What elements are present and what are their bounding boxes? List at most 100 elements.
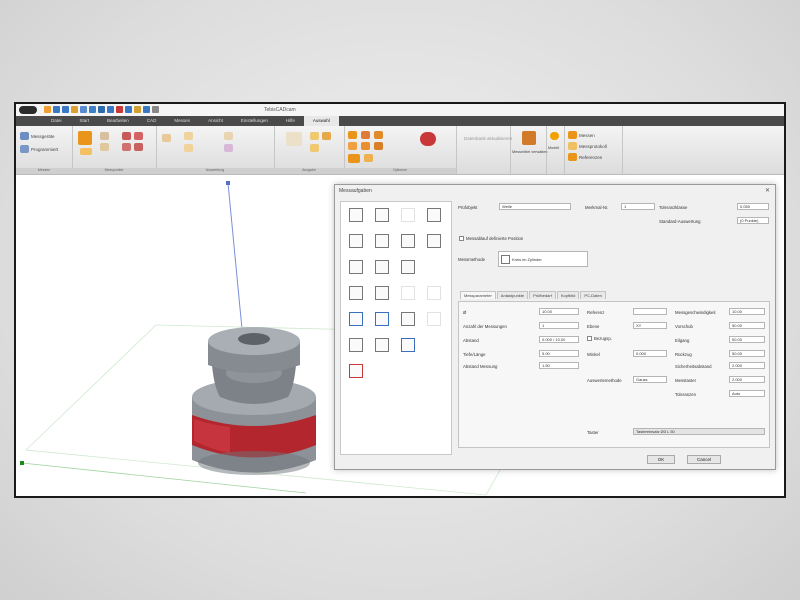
- zoom-icon[interactable]: [125, 106, 132, 113]
- redo-icon[interactable]: [62, 106, 69, 113]
- param-input[interactable]: [633, 308, 667, 315]
- protocol-icon[interactable]: [568, 142, 577, 150]
- tab-start[interactable]: Start: [71, 116, 99, 126]
- distance-measure-icon[interactable]: [349, 260, 363, 274]
- cancel-button[interactable]: Cancel: [687, 455, 721, 464]
- ok-button[interactable]: OK: [647, 455, 675, 464]
- angle-measure-icon[interactable]: [375, 234, 389, 248]
- undo-icon[interactable]: [53, 106, 60, 113]
- option-h-icon[interactable]: [364, 154, 373, 162]
- param-input[interactable]: 50.00: [729, 350, 765, 357]
- param-input[interactable]: 50.00: [729, 336, 765, 343]
- param-input[interactable]: XY: [633, 322, 667, 329]
- open-icon[interactable]: [71, 106, 78, 113]
- cylinder-icon[interactable]: [134, 132, 143, 140]
- part-model[interactable]: [192, 327, 316, 475]
- cone-measure-icon[interactable]: [375, 312, 389, 326]
- settings-icon[interactable]: [116, 106, 123, 113]
- layer-icon[interactable]: [143, 106, 150, 113]
- subtab-messparameter[interactable]: Messparameter: [460, 291, 496, 299]
- toleranz-input[interactable]: 0.050: [737, 203, 769, 210]
- point-measure-icon[interactable]: [349, 338, 363, 352]
- ribbon-item-messprotokoll[interactable]: Messprotokoll: [579, 144, 607, 149]
- filter-icon[interactable]: [134, 106, 141, 113]
- ribbon-item-datenbank[interactable]: Datenbank aktualisieren: [464, 136, 512, 141]
- tab-cad[interactable]: CAD: [138, 116, 166, 126]
- param-input[interactable]: 10.00: [729, 308, 765, 315]
- chart-measure-icon[interactable]: [349, 364, 363, 378]
- param-input[interactable]: 5.00: [539, 350, 579, 357]
- tab-einstellungen[interactable]: Einstellungen: [232, 116, 277, 126]
- subtab-kopfbild[interactable]: Kopfbild: [556, 291, 580, 299]
- option-a-icon[interactable]: [348, 131, 357, 139]
- option-g-icon[interactable]: [348, 154, 360, 163]
- close-icon[interactable]: ✕: [765, 187, 770, 194]
- plane-measure-icon[interactable]: [349, 234, 363, 248]
- evaluate-icon[interactable]: [162, 134, 171, 142]
- ribbon-item-referenzen[interactable]: Referenzen: [579, 155, 602, 160]
- messmethode-select[interactable]: Kreis im Zylinder: [498, 251, 588, 267]
- point-edit-icon[interactable]: [100, 143, 109, 151]
- view-icon[interactable]: [89, 106, 96, 113]
- cylinder-measure-icon[interactable]: [349, 312, 363, 326]
- print-icon[interactable]: [80, 106, 87, 113]
- sphere-measure-icon[interactable]: [349, 286, 363, 300]
- ribbon-item-modell[interactable]: Modell: [548, 146, 559, 150]
- tab-ansicht[interactable]: Ansicht: [199, 116, 232, 126]
- origin-marker-icon[interactable]: [20, 461, 24, 465]
- import-icon[interactable]: [322, 132, 331, 140]
- plane-icon[interactable]: [122, 143, 131, 151]
- output-icon[interactable]: [286, 132, 302, 146]
- check-measure-icon[interactable]: [401, 260, 415, 274]
- tolerance-icon[interactable]: [224, 132, 233, 140]
- line-measure-icon[interactable]: [375, 208, 389, 222]
- program-icon[interactable]: [20, 145, 29, 153]
- circle-icon[interactable]: [122, 132, 131, 140]
- subtab-pruefbedarf[interactable]: Prüfbedarf: [529, 291, 556, 299]
- grid-measure-icon[interactable]: [401, 312, 415, 326]
- param-input[interactable]: 1: [539, 322, 579, 329]
- grid-icon[interactable]: [107, 106, 114, 113]
- tool-select[interactable]: Tastereinsatz Ø3 L 50: [633, 428, 765, 435]
- chart-icon[interactable]: [224, 144, 233, 152]
- curve-measure-icon[interactable]: [401, 338, 415, 352]
- param-input[interactable]: 0.000: [633, 350, 667, 357]
- tab-hilfe[interactable]: Hilfe: [277, 116, 304, 126]
- app-logo-icon[interactable]: [19, 106, 37, 114]
- bezug-checkbox[interactable]: [587, 336, 592, 341]
- slot-measure-icon[interactable]: [427, 208, 441, 222]
- circle-measure-icon[interactable]: [349, 208, 363, 222]
- measure-icon[interactable]: [98, 106, 105, 113]
- param-input[interactable]: 0.000 / 10.00: [539, 336, 579, 343]
- tab-datei[interactable]: Datei: [42, 116, 71, 126]
- ribbon-item-programmiert[interactable]: Programmiert: [31, 147, 58, 152]
- standard-input[interactable]: (0 Punkte): [737, 217, 769, 224]
- database-icon[interactable]: [420, 132, 436, 146]
- active-point-icon[interactable]: [78, 131, 92, 145]
- model-icon[interactable]: [550, 132, 559, 140]
- option-f-icon[interactable]: [374, 142, 383, 150]
- param-input[interactable]: 1.50: [539, 362, 579, 369]
- reference-icon[interactable]: [568, 153, 577, 161]
- save-icon[interactable]: [44, 106, 51, 113]
- param-input[interactable]: 10.00: [539, 308, 579, 315]
- surface-measure-icon[interactable]: [375, 338, 389, 352]
- probe-measure-icon[interactable]: [401, 234, 415, 248]
- ribbon-item-messmittel[interactable]: Messmittel verwalten: [512, 150, 547, 154]
- report-icon[interactable]: [184, 132, 193, 140]
- param-input[interactable]: Auto: [729, 390, 765, 397]
- device-icon[interactable]: [20, 132, 29, 140]
- option-c-icon[interactable]: [374, 131, 383, 139]
- param-input[interactable]: 2.000: [729, 376, 765, 383]
- gear-measure-icon[interactable]: [375, 286, 389, 300]
- compare-icon[interactable]: [184, 144, 193, 152]
- position-checkbox[interactable]: [459, 236, 464, 241]
- param-input[interactable]: 50.00: [729, 322, 765, 329]
- ribbon-item-messen[interactable]: Messen: [579, 133, 595, 138]
- 3d-viewport[interactable]: Messaufgaben ✕ Prüfobjekt Welle Merkmal-…: [16, 175, 784, 496]
- edge-measure-icon[interactable]: [427, 234, 441, 248]
- option-d-icon[interactable]: [348, 142, 357, 150]
- tab-bearbeiten[interactable]: Bearbeiten: [98, 116, 138, 126]
- measure-run-icon[interactable]: [568, 131, 577, 139]
- copy-icon[interactable]: [310, 144, 319, 152]
